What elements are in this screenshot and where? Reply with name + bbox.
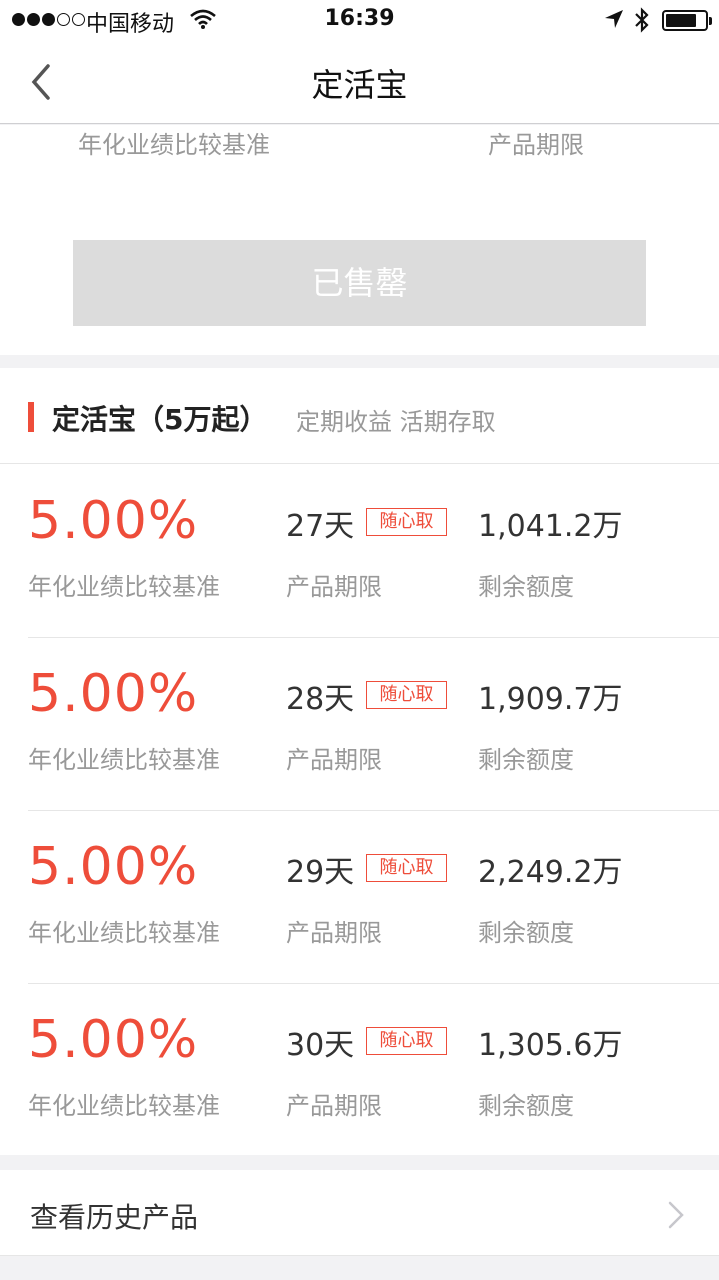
product-section: 定活宝（5万起） 定期收益 活期存取 5.00% 年化业绩比较基准 27天 随心… bbox=[0, 368, 719, 1155]
rate-label: 年化业绩比较基准 bbox=[28, 746, 220, 774]
nav-bar: 定活宝 bbox=[0, 40, 719, 124]
rate-label: 年化业绩比较基准 bbox=[28, 573, 220, 601]
product-list: 5.00% 年化业绩比较基准 27天 随心取 产品期限 1,041.2万 剩余额… bbox=[0, 465, 719, 1157]
remaining-value: 1,305.6万 bbox=[478, 1028, 623, 1063]
status-bar: 中国移动 16:39 bbox=[0, 0, 719, 40]
section-accent-bar bbox=[28, 402, 34, 432]
flexible-withdraw-tag: 随心取 bbox=[366, 854, 447, 882]
rate-value: 5.00% bbox=[28, 664, 199, 724]
remaining-label: 剩余额度 bbox=[478, 573, 574, 601]
flexible-withdraw-tag: 随心取 bbox=[366, 681, 447, 709]
term-label: 产品期限 bbox=[286, 573, 382, 601]
term-value: 29天 bbox=[286, 855, 355, 890]
chevron-right-icon bbox=[668, 1201, 684, 1229]
term-label: 产品期限 bbox=[286, 919, 382, 947]
remaining-value: 1,041.2万 bbox=[478, 509, 623, 544]
rate-label: 年化业绩比较基准 bbox=[28, 1092, 220, 1120]
remaining-value: 1,909.7万 bbox=[478, 682, 623, 717]
location-arrow-icon bbox=[605, 10, 623, 28]
section-title: 定活宝（5万起） bbox=[52, 403, 268, 436]
rate-value: 5.00% bbox=[28, 1010, 199, 1070]
term-label: 产品期限 bbox=[286, 746, 382, 774]
section-subtitle: 定期收益 活期存取 bbox=[296, 408, 496, 436]
product-row[interactable]: 5.00% 年化业绩比较基准 28天 随心取 产品期限 1,909.7万 剩余额… bbox=[0, 638, 719, 811]
flexible-withdraw-tag: 随心取 bbox=[366, 508, 447, 536]
history-label: 查看历史产品 bbox=[30, 1201, 199, 1234]
rate-value: 5.00% bbox=[28, 837, 199, 897]
remaining-label: 剩余额度 bbox=[478, 746, 574, 774]
product-row[interactable]: 5.00% 年化业绩比较基准 30天 随心取 产品期限 1,305.6万 剩余额… bbox=[0, 984, 719, 1157]
view-history-products-link[interactable]: 查看历史产品 bbox=[0, 1170, 719, 1256]
rate-label: 年化业绩比较基准 bbox=[28, 919, 220, 947]
soldout-button[interactable]: 已售罄 bbox=[73, 240, 646, 326]
soldout-product-card: 年化业绩比较基准 产品期限 已售罄 bbox=[0, 125, 719, 355]
term-value: 27天 bbox=[286, 509, 355, 544]
term-value: 30天 bbox=[286, 1028, 355, 1063]
term-value: 28天 bbox=[286, 682, 355, 717]
term-label: 产品期限 bbox=[286, 1092, 382, 1120]
term-label: 产品期限 bbox=[488, 131, 584, 159]
remaining-label: 剩余额度 bbox=[478, 1092, 574, 1120]
remaining-label: 剩余额度 bbox=[478, 919, 574, 947]
flexible-withdraw-tag: 随心取 bbox=[366, 1027, 447, 1055]
page-title: 定活宝 bbox=[311, 66, 408, 104]
rate-label: 年化业绩比较基准 bbox=[78, 131, 270, 159]
remaining-value: 2,249.2万 bbox=[478, 855, 623, 890]
bluetooth-icon bbox=[635, 7, 649, 33]
battery-icon bbox=[662, 10, 712, 31]
product-row[interactable]: 5.00% 年化业绩比较基准 27天 随心取 产品期限 1,041.2万 剩余额… bbox=[0, 465, 719, 638]
rate-value: 5.00% bbox=[28, 491, 199, 551]
product-row[interactable]: 5.00% 年化业绩比较基准 29天 随心取 产品期限 2,249.2万 剩余额… bbox=[0, 811, 719, 984]
section-header: 定活宝（5万起） 定期收益 活期存取 bbox=[0, 368, 719, 464]
